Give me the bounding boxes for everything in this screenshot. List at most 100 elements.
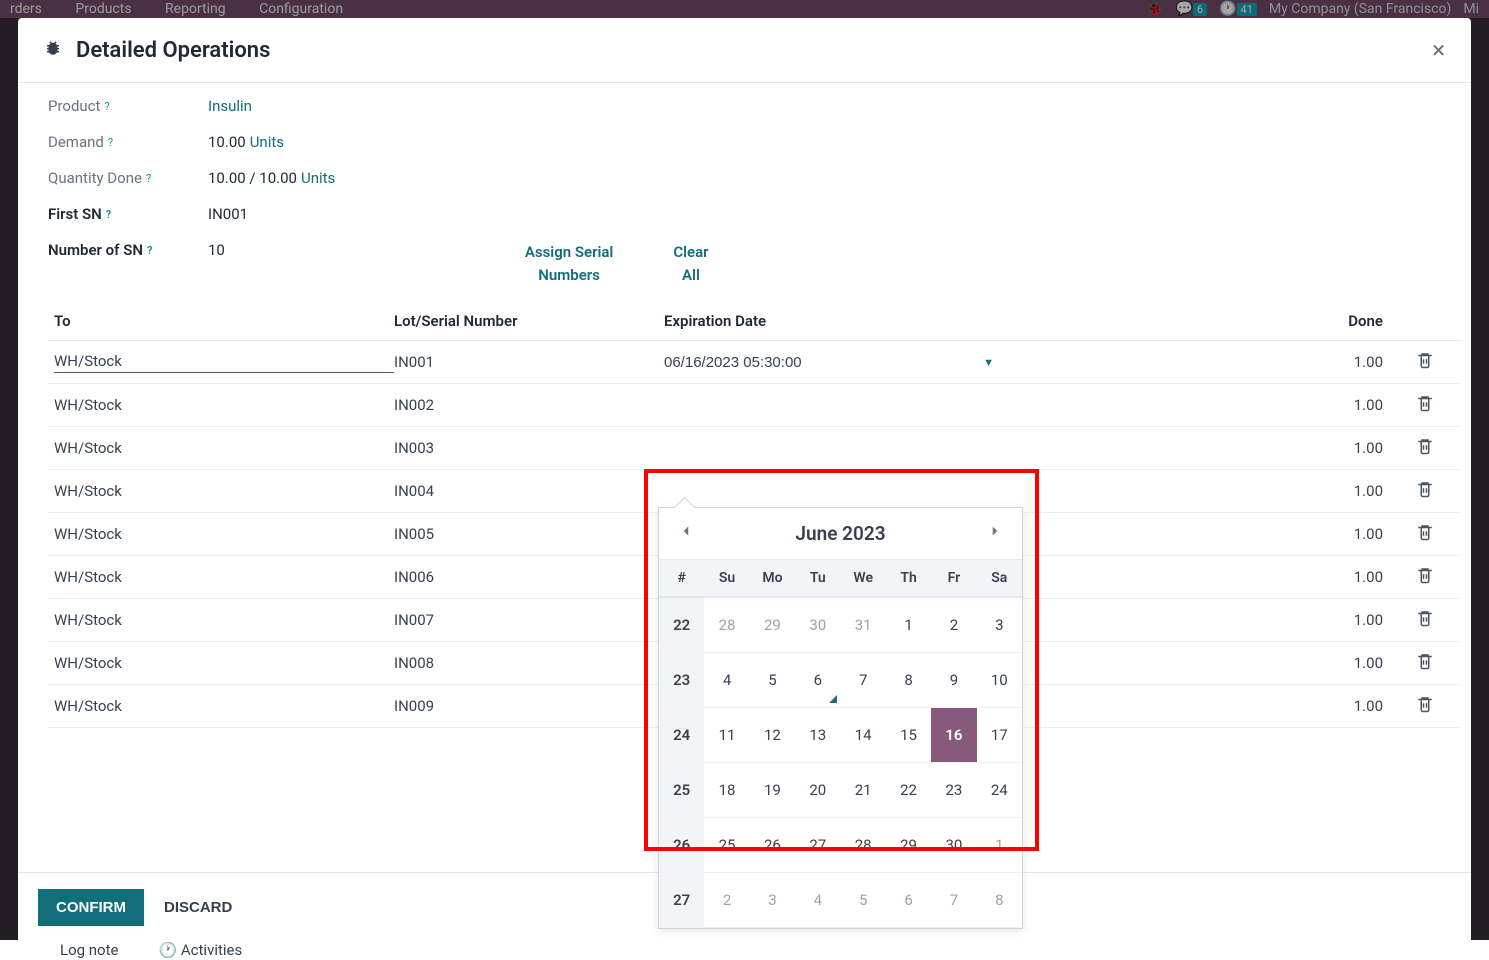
done-cell[interactable]: 1.00 bbox=[1034, 353, 1395, 371]
delete-row-button[interactable] bbox=[1395, 695, 1455, 717]
to-cell[interactable]: WH/Stock bbox=[54, 525, 394, 543]
datepicker-day[interactable]: 1 bbox=[886, 598, 931, 652]
table-row[interactable]: WH/StockIN001 ▼ 1.00 bbox=[48, 341, 1461, 384]
datepicker-day[interactable]: 2 bbox=[704, 873, 749, 927]
delete-row-button[interactable] bbox=[1395, 351, 1455, 373]
datepicker-day[interactable]: 7 bbox=[841, 653, 886, 707]
datepicker-day[interactable]: 22 bbox=[886, 763, 931, 817]
datepicker-day[interactable]: 6 bbox=[886, 873, 931, 927]
delete-row-button[interactable] bbox=[1395, 566, 1455, 588]
lot-cell[interactable]: IN008 bbox=[394, 654, 664, 672]
help-icon[interactable]: ? bbox=[147, 244, 152, 257]
lot-cell[interactable]: IN003 bbox=[394, 439, 664, 457]
help-icon[interactable]: ? bbox=[104, 100, 109, 113]
datepicker-prev[interactable] bbox=[677, 522, 695, 545]
expiration-date-input[interactable] bbox=[664, 354, 964, 371]
datepicker-day[interactable]: 30 bbox=[931, 818, 976, 872]
done-cell[interactable]: 1.00 bbox=[1034, 697, 1395, 715]
datepicker-day[interactable]: 20 bbox=[795, 763, 840, 817]
datepicker-day[interactable]: 29 bbox=[750, 598, 795, 652]
datepicker-day[interactable]: 10 bbox=[977, 653, 1022, 707]
datepicker-day[interactable]: 9 bbox=[931, 653, 976, 707]
lot-cell[interactable]: IN002 bbox=[394, 396, 664, 414]
lot-cell[interactable]: IN009 bbox=[394, 697, 664, 715]
lognote-tab[interactable]: Log note bbox=[60, 941, 118, 959]
assign-serial-numbers-link[interactable]: Assign Serial Numbers bbox=[525, 241, 613, 286]
discard-button[interactable]: DISCARD bbox=[164, 899, 232, 916]
datepicker-day[interactable]: 11 bbox=[704, 708, 749, 762]
datepicker-month-label[interactable]: June 2023 bbox=[795, 522, 885, 545]
datepicker-day[interactable]: 15 bbox=[886, 708, 931, 762]
datepicker-day[interactable]: 17 bbox=[977, 708, 1022, 762]
lot-cell[interactable]: IN001 bbox=[394, 353, 664, 371]
expiration-date-cell[interactable]: ▼ bbox=[664, 354, 1034, 371]
datepicker-day[interactable]: 1 bbox=[977, 818, 1022, 872]
datepicker-next[interactable] bbox=[986, 522, 1004, 545]
close-button[interactable]: × bbox=[1432, 36, 1445, 64]
to-cell[interactable]: WH/Stock bbox=[54, 568, 394, 586]
help-icon[interactable]: ? bbox=[106, 208, 111, 221]
datepicker-day[interactable]: 3 bbox=[750, 873, 795, 927]
to-cell[interactable]: WH/Stock bbox=[54, 654, 394, 672]
datepicker-day[interactable]: 4 bbox=[795, 873, 840, 927]
done-cell[interactable]: 1.00 bbox=[1034, 482, 1395, 500]
confirm-button[interactable]: CONFIRM bbox=[38, 889, 144, 926]
datepicker-day[interactable]: 31 bbox=[841, 598, 886, 652]
done-cell[interactable]: 1.00 bbox=[1034, 568, 1395, 586]
done-cell[interactable]: 1.00 bbox=[1034, 439, 1395, 457]
table-row[interactable]: WH/StockIN002 1.00 bbox=[48, 384, 1461, 427]
datepicker-day[interactable]: 25 bbox=[704, 818, 749, 872]
datepicker-day[interactable]: 8 bbox=[886, 653, 931, 707]
help-icon[interactable]: ? bbox=[108, 136, 113, 149]
datepicker-day[interactable]: 27 bbox=[795, 818, 840, 872]
datepicker-day[interactable]: 16 bbox=[931, 708, 976, 762]
datepicker-day[interactable]: 6 bbox=[795, 653, 840, 707]
datepicker-day[interactable]: 14 bbox=[841, 708, 886, 762]
done-cell[interactable]: 1.00 bbox=[1034, 611, 1395, 629]
to-cell[interactable]: WH/Stock bbox=[54, 352, 394, 373]
datepicker-day[interactable]: 4 bbox=[704, 653, 749, 707]
delete-row-button[interactable] bbox=[1395, 437, 1455, 459]
datepicker-day[interactable]: 5 bbox=[841, 873, 886, 927]
datepicker-day[interactable]: 21 bbox=[841, 763, 886, 817]
to-cell[interactable]: WH/Stock bbox=[54, 482, 394, 500]
lot-cell[interactable]: IN006 bbox=[394, 568, 664, 586]
to-cell[interactable]: WH/Stock bbox=[54, 396, 394, 414]
bug-icon[interactable] bbox=[44, 39, 62, 61]
activities-tab[interactable]: 🕐 Activities bbox=[158, 941, 242, 959]
datepicker-day[interactable]: 13 bbox=[795, 708, 840, 762]
datepicker-day[interactable]: 3 bbox=[977, 598, 1022, 652]
to-cell[interactable]: WH/Stock bbox=[54, 611, 394, 629]
lot-cell[interactable]: IN007 bbox=[394, 611, 664, 629]
delete-row-button[interactable] bbox=[1395, 523, 1455, 545]
delete-row-button[interactable] bbox=[1395, 652, 1455, 674]
datepicker-day[interactable]: 8 bbox=[977, 873, 1022, 927]
delete-row-button[interactable] bbox=[1395, 394, 1455, 416]
datepicker-day[interactable]: 28 bbox=[841, 818, 886, 872]
to-cell[interactable]: WH/Stock bbox=[54, 697, 394, 715]
datepicker-day[interactable]: 18 bbox=[704, 763, 749, 817]
product-value[interactable]: Insulin bbox=[208, 97, 252, 115]
done-cell[interactable]: 1.00 bbox=[1034, 396, 1395, 414]
datepicker-day[interactable]: 2 bbox=[931, 598, 976, 652]
delete-row-button[interactable] bbox=[1395, 480, 1455, 502]
datepicker-day[interactable]: 19 bbox=[750, 763, 795, 817]
done-cell[interactable]: 1.00 bbox=[1034, 654, 1395, 672]
lot-cell[interactable]: IN005 bbox=[394, 525, 664, 543]
datepicker-day[interactable]: 30 bbox=[795, 598, 840, 652]
lot-cell[interactable]: IN004 bbox=[394, 482, 664, 500]
table-row[interactable]: WH/StockIN003 1.00 bbox=[48, 427, 1461, 470]
help-icon[interactable]: ? bbox=[146, 172, 151, 185]
to-cell[interactable]: WH/Stock bbox=[54, 439, 394, 457]
datepicker-day[interactable]: 23 bbox=[931, 763, 976, 817]
datepicker-day[interactable]: 7 bbox=[931, 873, 976, 927]
delete-row-button[interactable] bbox=[1395, 609, 1455, 631]
chevron-down-icon[interactable]: ▼ bbox=[983, 356, 994, 369]
done-cell[interactable]: 1.00 bbox=[1034, 525, 1395, 543]
datepicker-day[interactable]: 28 bbox=[704, 598, 749, 652]
datepicker-day[interactable]: 5 bbox=[750, 653, 795, 707]
clear-all-link[interactable]: Clear All bbox=[673, 241, 708, 286]
datepicker-day[interactable]: 24 bbox=[977, 763, 1022, 817]
datepicker-day[interactable]: 26 bbox=[750, 818, 795, 872]
datepicker-day[interactable]: 29 bbox=[886, 818, 931, 872]
